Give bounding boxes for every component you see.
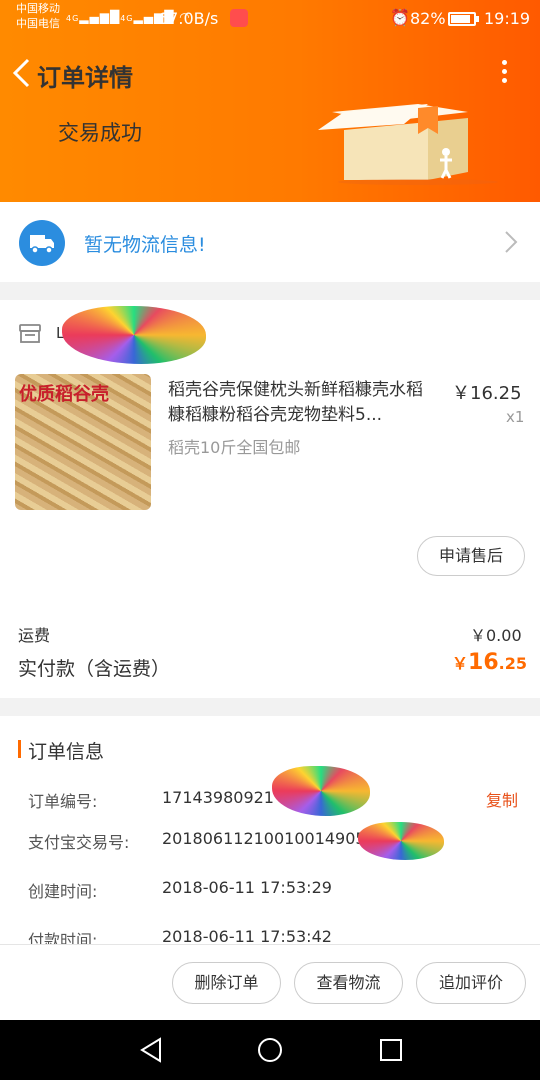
shipping-value: ￥0.00 bbox=[470, 626, 522, 645]
delete-order-button[interactable]: 删除订单 bbox=[172, 962, 281, 1004]
app-notification-icon bbox=[230, 9, 248, 27]
order-number-value: 17143980921 bbox=[162, 788, 274, 807]
paid-decimal: .25 bbox=[498, 654, 527, 673]
paid-amount-label: 实付款（含运费） bbox=[18, 658, 171, 680]
more-menu-button[interactable] bbox=[496, 56, 512, 90]
view-logistics-button[interactable]: 查看物流 bbox=[294, 962, 403, 1004]
created-time-value: 2018-06-11 17:53:29 bbox=[162, 878, 332, 897]
product-title[interactable]: 稻壳谷壳保健枕头新鲜稻糠壳水稻糠稻糠粉稻谷壳宠物垫料5... bbox=[168, 378, 438, 428]
battery-percent: 82% bbox=[410, 9, 446, 28]
nav-back-icon[interactable] bbox=[138, 1036, 164, 1064]
dot-2 bbox=[501, 69, 507, 74]
battery-cap bbox=[476, 16, 479, 22]
back-button[interactable] bbox=[10, 56, 40, 90]
dot-1 bbox=[501, 60, 507, 65]
alipay-trade-number-label: 支付宝交易号: bbox=[28, 833, 130, 852]
dot-3 bbox=[501, 78, 507, 83]
product-sku: 稻壳10斤全国包邮 bbox=[168, 438, 301, 457]
product-price: ￥16.25 bbox=[452, 383, 522, 404]
section-accent-bar bbox=[18, 740, 21, 758]
copy-button[interactable]: 复制 bbox=[486, 787, 518, 811]
add-review-button[interactable]: 追加评价 bbox=[416, 962, 526, 1004]
clock: 19:19 bbox=[484, 9, 531, 28]
paid-amount: ￥16.25 bbox=[452, 650, 527, 675]
nav-home-icon[interactable] bbox=[256, 1036, 284, 1064]
system-nav-bar bbox=[0, 1020, 540, 1080]
carrier-2: 中国电信 bbox=[16, 17, 60, 30]
shop-icon bbox=[19, 324, 41, 343]
logistics-status-text: 暂无物流信息! bbox=[84, 234, 206, 256]
alarm-icon: ⏰ bbox=[390, 8, 410, 27]
after-sale-button[interactable]: 申请售后 bbox=[417, 536, 525, 576]
shipping-label: 运费 bbox=[18, 626, 51, 645]
paid-integer: 16 bbox=[468, 650, 499, 675]
signal-label-1: 4G bbox=[66, 14, 80, 23]
battery-icon bbox=[448, 12, 476, 26]
order-number-label: 订单编号: bbox=[28, 792, 98, 811]
net-speed: 67.0B/s bbox=[158, 9, 219, 28]
created-time-label: 创建时间: bbox=[28, 882, 98, 901]
nav-recents-icon[interactable] bbox=[378, 1037, 404, 1063]
package-box-illustration bbox=[318, 104, 498, 185]
alipay-trade-number-value: 201806112100100149059 bbox=[162, 829, 376, 848]
signal-label-2: 4G bbox=[120, 14, 134, 23]
chevron-right-icon bbox=[505, 231, 518, 253]
status-bar: 中国移动 中国电信 4G▂▄▆█4G▂▄▆█ ◠ 67.0B/s ⏰ 82% 1… bbox=[0, 0, 540, 40]
chevron-left-icon bbox=[12, 58, 30, 88]
trade-status: 交易成功 bbox=[58, 121, 142, 145]
product-image-label: 优质稻谷壳 bbox=[19, 384, 109, 405]
logistics-card[interactable] bbox=[0, 202, 540, 282]
paid-currency: ￥ bbox=[452, 654, 469, 673]
page-title: 订单详情 bbox=[37, 64, 133, 92]
carrier-1: 中国移动 bbox=[16, 2, 60, 15]
product-quantity: x1 bbox=[506, 408, 525, 426]
truck-icon bbox=[19, 220, 65, 266]
order-info-title: 订单信息 bbox=[28, 741, 105, 763]
